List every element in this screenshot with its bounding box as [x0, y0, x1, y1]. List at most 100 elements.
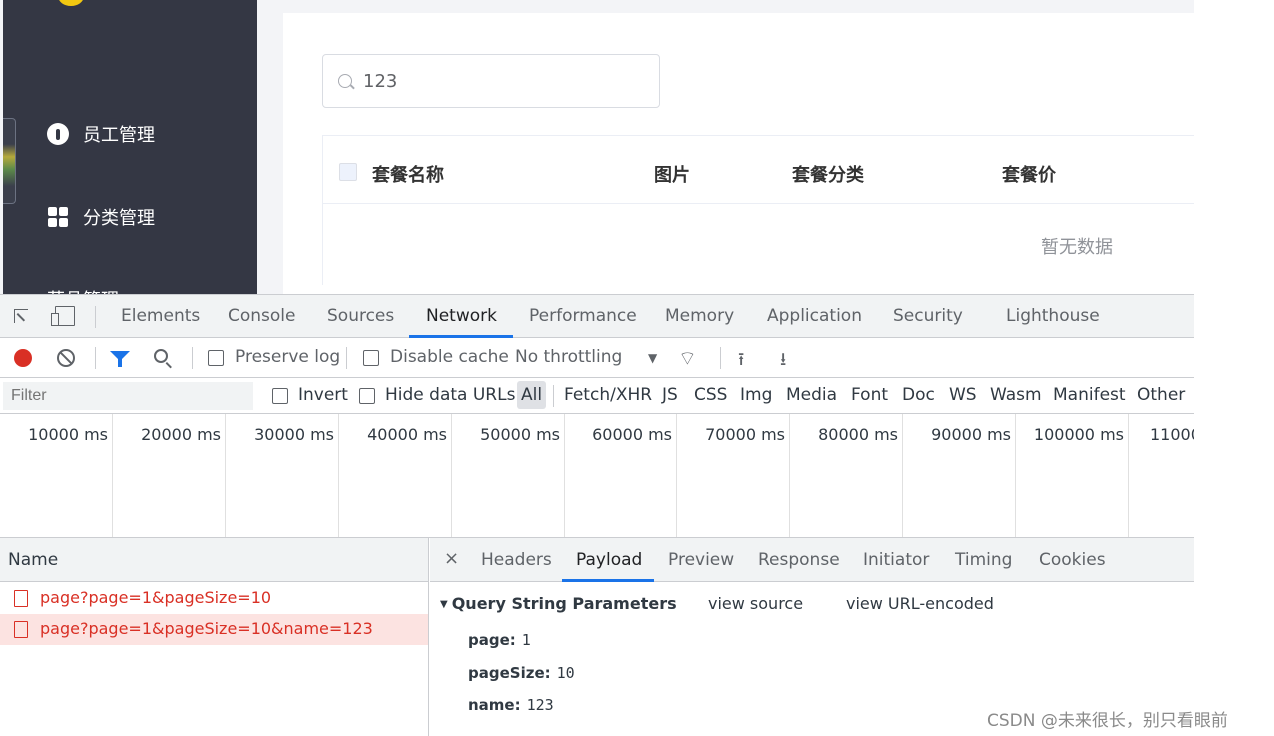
tab-lighthouse[interactable]: Lighthouse	[1006, 306, 1100, 326]
tab-headers[interactable]: Headers	[481, 550, 552, 570]
sidebar-item-employee[interactable]: 员工管理	[47, 121, 155, 147]
filter-type-manifest[interactable]: Manifest	[1053, 385, 1126, 405]
column-header: 套餐名称	[372, 165, 444, 186]
search-input[interactable]	[363, 67, 643, 95]
tick-label: 10000 ms	[28, 425, 108, 444]
sidebar: 员工管理 分类管理 菜品管理	[3, 0, 257, 294]
filter-type-media[interactable]: Media	[786, 385, 837, 405]
tab-timing[interactable]: Timing	[955, 550, 1012, 570]
filter-type-fetch[interactable]: Fetch/XHR	[564, 385, 652, 405]
network-timeline[interactable]: 10000 ms 20000 ms 30000 ms 40000 ms 5000…	[0, 414, 1194, 538]
detail-tabbar: × Headers Payload Preview Response Initi…	[430, 538, 1194, 582]
tick-label: 110000 ms	[1150, 425, 1194, 444]
sidebar-item-category[interactable]: 分类管理	[47, 204, 155, 230]
search-icon[interactable]	[154, 349, 168, 363]
upload-icon[interactable]: ⭱	[738, 347, 744, 377]
throttling-select[interactable]: No throttling	[515, 347, 622, 367]
tab-response[interactable]: Response	[758, 550, 840, 570]
divider	[95, 347, 96, 369]
request-row-selected[interactable]: page?page=1&pageSize=10&name=123	[0, 614, 428, 645]
devtools-tabbar: Elements Console Sources Network Perform…	[0, 295, 1194, 338]
filter-type-wasm[interactable]: Wasm	[990, 385, 1042, 405]
select-all-checkbox[interactable]	[339, 163, 357, 181]
param-key: page:	[468, 631, 516, 649]
tab-application[interactable]: Application	[767, 306, 862, 326]
filter-type-img[interactable]: Img	[740, 385, 772, 405]
filter-type-css[interactable]: CSS	[694, 385, 727, 405]
empty-text: 暂无数据	[1041, 237, 1113, 258]
download-icon[interactable]: ⭳	[780, 347, 786, 377]
tab-elements[interactable]: Elements	[121, 306, 200, 326]
main-content: 套餐名称 图片 套餐分类 套餐价 暂无数据	[283, 13, 1194, 294]
invert-checkbox[interactable]	[272, 388, 288, 404]
disable-cache-label: Disable cache	[390, 347, 509, 367]
divider	[553, 385, 554, 407]
device-toolbar-icon[interactable]	[51, 306, 75, 326]
category-grid-icon	[47, 206, 69, 228]
request-name: page?page=1&pageSize=10	[40, 588, 272, 607]
setmeal-table: 套餐名称 图片 套餐分类 套餐价 暂无数据	[322, 135, 1194, 285]
hide-data-urls-checkbox[interactable]	[359, 388, 375, 404]
web-app: 员工管理 分类管理 菜品管理 套餐名称	[0, 0, 1194, 294]
column-header: 图片	[654, 165, 690, 186]
divider	[95, 306, 96, 328]
filter-type-doc[interactable]: Doc	[902, 385, 935, 405]
tick-label: 80000 ms	[818, 425, 898, 444]
network-conditions-icon[interactable]: ⌔	[678, 346, 697, 371]
disable-cache-checkbox[interactable]	[363, 350, 379, 366]
tab-initiator[interactable]: Initiator	[863, 550, 929, 570]
devtools-panel: Elements Console Sources Network Perform…	[0, 294, 1194, 736]
divider	[346, 347, 347, 369]
query-params-toggle[interactable]: ▼ Query String Parameters	[440, 594, 677, 613]
tab-console[interactable]: Console	[228, 306, 296, 326]
name-column-header[interactable]: Name	[0, 538, 428, 582]
tab-sources[interactable]: Sources	[327, 306, 394, 326]
filter-type-ws[interactable]: WS	[949, 385, 977, 405]
tab-payload[interactable]: Payload	[576, 550, 642, 570]
filter-type-other[interactable]: Other	[1137, 385, 1185, 405]
tick-label: 30000 ms	[254, 425, 334, 444]
table-header: 套餐名称 图片 套餐分类 套餐价	[323, 136, 1194, 204]
tab-memory[interactable]: Memory	[665, 306, 734, 326]
param-key: name:	[468, 696, 521, 714]
preserve-log-checkbox[interactable]	[208, 350, 224, 366]
param-key: pageSize:	[468, 664, 551, 682]
tab-network[interactable]: Network	[426, 306, 497, 326]
tab-preview[interactable]: Preview	[668, 550, 734, 570]
tab-security[interactable]: Security	[893, 306, 963, 326]
filter-input[interactable]	[3, 382, 253, 410]
tick-label: 50000 ms	[480, 425, 560, 444]
record-icon[interactable]	[14, 349, 32, 367]
search-icon	[338, 74, 352, 88]
column-header: 套餐价	[1002, 165, 1056, 186]
request-name: page?page=1&pageSize=10&name=123	[40, 619, 373, 638]
view-source-link[interactable]: view source	[708, 594, 803, 613]
view-url-encoded-link[interactable]: view URL-encoded	[846, 594, 994, 613]
close-icon[interactable]: ×	[444, 548, 459, 569]
tick-label: 90000 ms	[931, 425, 1011, 444]
tick-label: 100000 ms	[1033, 425, 1124, 444]
filter-funnel-icon[interactable]	[110, 351, 130, 367]
inspect-element-icon[interactable]	[14, 309, 28, 323]
sidebar-scroll-handle[interactable]	[3, 118, 16, 204]
column-header: 套餐分类	[792, 165, 864, 186]
clear-icon[interactable]	[57, 349, 75, 367]
filter-bar: Invert Hide data URLs All Fetch/XHR JS C…	[0, 378, 1194, 414]
chevron-down-icon[interactable]: ▼	[648, 351, 657, 365]
request-row[interactable]: page?page=1&pageSize=10	[0, 583, 428, 614]
param-value: 10	[556, 664, 575, 682]
sidebar-item-dish[interactable]: 菜品管理	[47, 286, 119, 294]
watermark: CSDN @未来很长，别只看眼前	[987, 711, 1228, 731]
filter-type-all[interactable]: All	[521, 385, 542, 405]
filter-type-font[interactable]: Font	[851, 385, 888, 405]
divider	[720, 347, 721, 369]
employee-icon	[47, 123, 69, 145]
tab-cookies[interactable]: Cookies	[1039, 550, 1106, 570]
filter-type-js[interactable]: JS	[662, 385, 678, 405]
search-field[interactable]	[322, 54, 660, 108]
triangle-down-icon: ▼	[440, 599, 448, 610]
param-row: pageSize: 10	[468, 664, 575, 682]
param-row: page: 1	[468, 631, 531, 649]
hide-data-urls-label: Hide data URLs	[385, 385, 516, 405]
tab-performance[interactable]: Performance	[529, 306, 637, 326]
